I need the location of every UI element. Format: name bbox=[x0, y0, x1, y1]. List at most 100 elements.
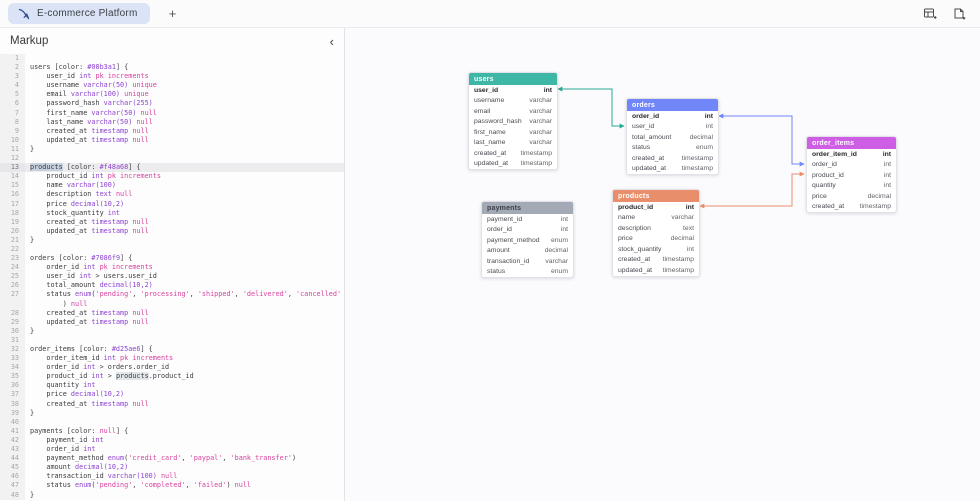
editor-line[interactable]: 7 first_name varchar(50) null bbox=[0, 109, 344, 118]
field-row-orders-status[interactable]: statusenum bbox=[627, 143, 718, 154]
markup-code-editor[interactable]: 12users [color: #00b3a1] {3 user_id int … bbox=[0, 54, 344, 501]
editor-line[interactable]: 10 updated_at timestamp null bbox=[0, 136, 344, 145]
editor-line[interactable]: 11} bbox=[0, 145, 344, 154]
field-row-payments-order_id[interactable]: order_idint bbox=[482, 225, 573, 236]
editor-line[interactable]: 43 order_id int bbox=[0, 445, 344, 454]
field-row-products-product_id[interactable]: product_idint bbox=[613, 202, 699, 213]
editor-line[interactable]: 8 last_name varchar(50) null bbox=[0, 118, 344, 127]
field-row-products-created_at[interactable]: created_attimestamp bbox=[613, 255, 699, 266]
editor-line[interactable]: 38 created_at timestamp null bbox=[0, 400, 344, 409]
field-row-order_items-order_id[interactable]: order_idint bbox=[807, 160, 896, 171]
editor-line[interactable]: 36 quantity int bbox=[0, 381, 344, 390]
field-row-order_items-price[interactable]: pricedecimal bbox=[807, 191, 896, 202]
editor-line[interactable]: ) null bbox=[0, 300, 344, 309]
editor-line[interactable]: 21} bbox=[0, 236, 344, 245]
table-node-users[interactable]: usersuser_idintusernamevarcharemailvarch… bbox=[468, 72, 558, 170]
editor-line[interactable]: 5 email varchar(100) unique bbox=[0, 90, 344, 99]
editor-line[interactable]: 12 bbox=[0, 154, 344, 163]
field-row-users-created_at[interactable]: created_attimestamp bbox=[469, 148, 557, 159]
editor-line[interactable]: 29 updated_at timestamp null bbox=[0, 318, 344, 327]
editor-line[interactable]: 16 description text null bbox=[0, 190, 344, 199]
editor-line[interactable]: 15 name varchar(100) bbox=[0, 181, 344, 190]
editor-line[interactable]: 9 created_at timestamp null bbox=[0, 127, 344, 136]
field-row-users-username[interactable]: usernamevarchar bbox=[469, 96, 557, 107]
table-header-products[interactable]: products bbox=[613, 190, 699, 202]
editor-line[interactable]: 3 user_id int pk increments bbox=[0, 72, 344, 81]
editor-line[interactable]: 33 order_item_id int pk increments bbox=[0, 354, 344, 363]
field-row-products-price[interactable]: pricedecimal bbox=[613, 234, 699, 245]
editor-line[interactable]: 20 updated_at timestamp null bbox=[0, 227, 344, 236]
field-row-payments-amount[interactable]: amountdecimal bbox=[482, 246, 573, 257]
editor-line[interactable]: 2users [color: #00b3a1] { bbox=[0, 63, 344, 72]
table-node-products[interactable]: productsproduct_idintnamevarchardescript… bbox=[612, 189, 700, 277]
relationship-order_items.order_id-to-orders.order_id[interactable] bbox=[719, 116, 804, 164]
editor-line[interactable]: 44 payment_method enum('credit_card', 'p… bbox=[0, 454, 344, 463]
editor-line[interactable]: 26 total_amount decimal(10,2) bbox=[0, 281, 344, 290]
relationship-orders.user_id-to-users.user_id[interactable] bbox=[558, 89, 624, 126]
field-row-order_items-quantity[interactable]: quantityint bbox=[807, 181, 896, 192]
editor-line[interactable]: 35 product_id int > products.product_id bbox=[0, 372, 344, 381]
tab-ecommerce-platform[interactable]: E-commerce Platform bbox=[8, 3, 150, 24]
editor-line[interactable]: 39} bbox=[0, 409, 344, 418]
editor-line[interactable]: 40 bbox=[0, 418, 344, 427]
table-node-payments[interactable]: paymentspayment_idintorder_idintpayment_… bbox=[481, 201, 574, 278]
editor-line[interactable]: 47 status enum('pending', 'completed', '… bbox=[0, 481, 344, 490]
editor-line[interactable]: 27 status enum('pending', 'processing', … bbox=[0, 290, 344, 299]
table-node-order_items[interactable]: order_itemsorder_item_idintorder_idintpr… bbox=[806, 136, 897, 213]
table-node-orders[interactable]: ordersorder_idintuser_idinttotal_amountd… bbox=[626, 98, 719, 175]
editor-line[interactable]: 6 password_hash varchar(255) bbox=[0, 99, 344, 108]
table-header-users[interactable]: users bbox=[469, 73, 557, 85]
editor-line[interactable]: 17 price decimal(10,2) bbox=[0, 200, 344, 209]
field-row-users-first_name[interactable]: first_namevarchar bbox=[469, 127, 557, 138]
editor-line[interactable]: 1 bbox=[0, 54, 344, 63]
editor-line[interactable]: 23orders [color: #7086f9] { bbox=[0, 254, 344, 263]
editor-line[interactable]: 31 bbox=[0, 336, 344, 345]
table-header-order_items[interactable]: order_items bbox=[807, 137, 896, 149]
editor-line[interactable]: 46 transaction_id varchar(100) null bbox=[0, 472, 344, 481]
diagram-canvas[interactable]: usersuser_idintusernamevarcharemailvarch… bbox=[345, 28, 980, 501]
editor-line[interactable]: 19 created_at timestamp null bbox=[0, 218, 344, 227]
field-row-orders-order_id[interactable]: order_idint bbox=[627, 111, 718, 122]
field-row-products-description[interactable]: descriptiontext bbox=[613, 223, 699, 234]
new-tab-button[interactable]: + bbox=[164, 5, 182, 23]
editor-line[interactable]: 14 product_id int pk increments bbox=[0, 172, 344, 181]
field-row-users-password_hash[interactable]: password_hashvarchar bbox=[469, 117, 557, 128]
relationship-order_items.product_id-to-products.product_id[interactable] bbox=[700, 174, 804, 206]
editor-line[interactable]: 42 payment_id int bbox=[0, 436, 344, 445]
editor-line[interactable]: 28 created_at timestamp null bbox=[0, 309, 344, 318]
editor-line[interactable]: 30} bbox=[0, 327, 344, 336]
add-table-icon[interactable] bbox=[922, 6, 937, 21]
field-row-users-user_id[interactable]: user_idint bbox=[469, 85, 557, 96]
field-row-orders-created_at[interactable]: created_attimestamp bbox=[627, 153, 718, 164]
collapse-panel-icon[interactable]: ‹ bbox=[330, 35, 334, 48]
editor-line[interactable]: 32order_items [color: #d25ae6] { bbox=[0, 345, 344, 354]
editor-line[interactable]: 45 amount decimal(10,2) bbox=[0, 463, 344, 472]
field-row-users-email[interactable]: emailvarchar bbox=[469, 106, 557, 117]
editor-line[interactable]: 25 user_id int > users.user_id bbox=[0, 272, 344, 281]
editor-line[interactable]: 48} bbox=[0, 491, 344, 500]
editor-line[interactable]: 37 price decimal(10,2) bbox=[0, 390, 344, 399]
editor-line[interactable]: 4 username varchar(50) unique bbox=[0, 81, 344, 90]
field-row-products-stock_quantity[interactable]: stock_quantityint bbox=[613, 244, 699, 255]
add-note-icon[interactable] bbox=[951, 6, 966, 21]
field-row-users-updated_at[interactable]: updated_attimestamp bbox=[469, 159, 557, 170]
field-row-payments-status[interactable]: statusenum bbox=[482, 267, 573, 278]
field-row-order_items-order_item_id[interactable]: order_item_idint bbox=[807, 149, 896, 160]
field-row-order_items-product_id[interactable]: product_idint bbox=[807, 170, 896, 181]
editor-line[interactable]: 18 stock_quantity int bbox=[0, 209, 344, 218]
field-row-payments-payment_id[interactable]: payment_idint bbox=[482, 214, 573, 225]
field-row-orders-total_amount[interactable]: total_amountdecimal bbox=[627, 132, 718, 143]
field-row-orders-user_id[interactable]: user_idint bbox=[627, 122, 718, 133]
field-row-order_items-created_at[interactable]: created_attimestamp bbox=[807, 202, 896, 213]
field-row-products-updated_at[interactable]: updated_attimestamp bbox=[613, 265, 699, 276]
editor-line[interactable]: 22 bbox=[0, 245, 344, 254]
field-row-orders-updated_at[interactable]: updated_attimestamp bbox=[627, 164, 718, 175]
table-header-payments[interactable]: payments bbox=[482, 202, 573, 214]
editor-line[interactable]: 24 order_id int pk increments bbox=[0, 263, 344, 272]
editor-line[interactable]: 13products [color: #f48a68] { bbox=[0, 163, 344, 172]
field-row-products-name[interactable]: namevarchar bbox=[613, 213, 699, 224]
editor-line[interactable]: 41payments [color: null] { bbox=[0, 427, 344, 436]
field-row-users-last_name[interactable]: last_namevarchar bbox=[469, 138, 557, 149]
editor-line[interactable]: 34 order_id int > orders.order_id bbox=[0, 363, 344, 372]
table-header-orders[interactable]: orders bbox=[627, 99, 718, 111]
